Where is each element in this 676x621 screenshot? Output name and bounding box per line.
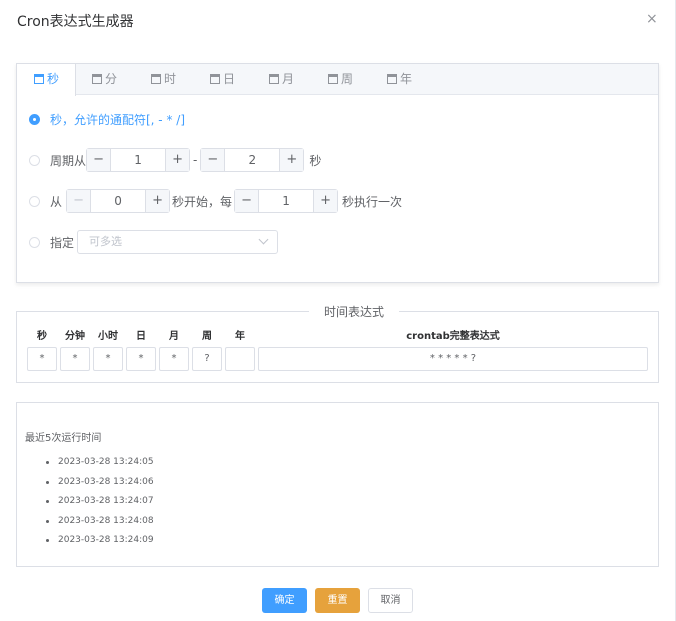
calendar-icon: [210, 74, 220, 84]
header-month: 月: [169, 331, 179, 342]
expression-legend: 时间表达式: [309, 303, 400, 320]
cycle-prefix: 周期从: [50, 153, 87, 168]
run-times-label: 最近5次运行时间: [25, 433, 102, 444]
tab-bar: 秒 分 时 日 月 周 年: [17, 64, 658, 96]
tab-hour[interactable]: 时: [151, 64, 176, 95]
calendar-icon: [34, 74, 44, 84]
value-minute[interactable]: *: [60, 347, 90, 371]
cron-dialog: Cron表达式生成器 × 秒 分 时 日 月 周 年 秒，允许的通配符[, - …: [0, 0, 676, 621]
tab-card: 秒 分 时 日 月 周 年 秒，允许的通配符[, - * /] 周期从 − 1 …: [16, 63, 659, 283]
cycle-from-stepper: − 1 +: [86, 148, 191, 172]
list-item: 2023-03-28 13:24:06: [46, 477, 154, 497]
tab-second[interactable]: 秒: [17, 64, 76, 96]
from-every-input[interactable]: 1: [259, 190, 313, 212]
value-week[interactable]: ?: [192, 347, 222, 371]
list-item: 2023-03-28 13:24:08: [46, 516, 154, 536]
radio-from[interactable]: [29, 195, 40, 207]
increment-button[interactable]: +: [313, 190, 338, 212]
header-second: 秒: [37, 331, 47, 342]
from-mid: 秒开始，每: [172, 194, 233, 209]
specify-placeholder: 可多选: [89, 235, 123, 248]
list-item: 2023-03-28 13:24:07: [46, 496, 154, 516]
tab-year[interactable]: 年: [387, 64, 412, 95]
option-any: 秒，允许的通配符[, - * /]: [29, 107, 185, 131]
tab-day[interactable]: 日: [210, 64, 235, 95]
radio-any[interactable]: [29, 113, 40, 125]
radio-cycle[interactable]: [29, 154, 40, 166]
increment-button[interactable]: +: [145, 190, 170, 212]
confirm-button[interactable]: 确定: [262, 588, 307, 613]
tab-label: 月: [282, 72, 295, 86]
cycle-to-stepper: − 2 +: [200, 148, 305, 172]
header-full: crontab完整表达式: [406, 331, 500, 342]
close-icon[interactable]: ×: [646, 11, 658, 27]
calendar-icon: [92, 74, 102, 84]
calendar-icon: [387, 74, 397, 84]
calendar-icon: [151, 74, 161, 84]
calendar-icon: [328, 74, 338, 84]
from-start-stepper: − 0 +: [66, 189, 171, 213]
tab-label: 分: [105, 72, 118, 86]
decrement-button[interactable]: −: [235, 190, 260, 212]
tab-label: 年: [400, 72, 413, 86]
header-minute: 分钟: [65, 331, 85, 342]
list-item: 2023-03-28 13:24:05: [46, 457, 154, 477]
value-day[interactable]: *: [126, 347, 156, 371]
header-week: 周: [202, 331, 212, 342]
calendar-icon: [269, 74, 279, 84]
specify-select[interactable]: 可多选: [77, 230, 279, 254]
reset-button[interactable]: 重置: [315, 588, 360, 613]
option-any-label: 秒，允许的通配符[, - * /]: [50, 112, 185, 127]
header-year: 年: [235, 331, 245, 342]
value-hour[interactable]: *: [93, 347, 123, 371]
option-from: 从 − 0 + 秒开始，每 − 1 + 秒执行一次: [29, 189, 402, 213]
value-year[interactable]: [225, 347, 255, 371]
value-month[interactable]: *: [159, 347, 189, 371]
increment-button[interactable]: +: [279, 149, 304, 171]
decrement-button[interactable]: −: [201, 149, 226, 171]
tab-week[interactable]: 周: [328, 64, 353, 95]
decrement-button[interactable]: −: [87, 149, 112, 171]
specify-label: 指定: [50, 235, 75, 250]
cycle-dash: -: [193, 153, 198, 167]
run-times-box: 最近5次运行时间 2023-03-28 13:24:05 2023-03-28 …: [16, 402, 659, 567]
option-cycle: 周期从 − 1 + - − 2 + 秒: [29, 148, 321, 172]
tab-month[interactable]: 月: [269, 64, 294, 95]
header-hour: 小时: [98, 331, 118, 342]
tab-label: 日: [223, 72, 236, 86]
list-item: 2023-03-28 13:24:09: [46, 535, 154, 555]
tab-minute[interactable]: 分: [92, 64, 117, 95]
cycle-suffix: 秒: [309, 153, 322, 168]
from-suffix: 秒执行一次: [342, 194, 403, 209]
option-specify: 指定 可多选: [29, 230, 279, 254]
dialog-title: Cron表达式生成器: [17, 14, 134, 30]
tab-label: 周: [341, 72, 354, 86]
from-start-input[interactable]: 0: [91, 190, 145, 212]
from-every-stepper: − 1 +: [234, 189, 339, 213]
cancel-button[interactable]: 取消: [368, 588, 413, 613]
value-second[interactable]: *: [27, 347, 57, 371]
from-prefix: 从: [50, 194, 63, 209]
cycle-from-input[interactable]: 1: [111, 149, 165, 171]
increment-button[interactable]: +: [165, 149, 190, 171]
run-times-list: 2023-03-28 13:24:05 2023-03-28 13:24:06 …: [46, 457, 154, 555]
chevron-down-icon: [258, 234, 269, 245]
tab-label: 秒: [47, 72, 60, 86]
value-full[interactable]: * * * * * ?: [258, 347, 648, 371]
decrement-button[interactable]: −: [67, 190, 92, 212]
expression-box: 时间表达式 秒 分钟 小时 日 月 周 年 crontab完整表达式 * * *…: [16, 303, 659, 383]
radio-specify[interactable]: [29, 236, 40, 248]
tab-label: 时: [164, 72, 177, 86]
header-day: 日: [136, 331, 146, 342]
cycle-to-input[interactable]: 2: [225, 149, 279, 171]
